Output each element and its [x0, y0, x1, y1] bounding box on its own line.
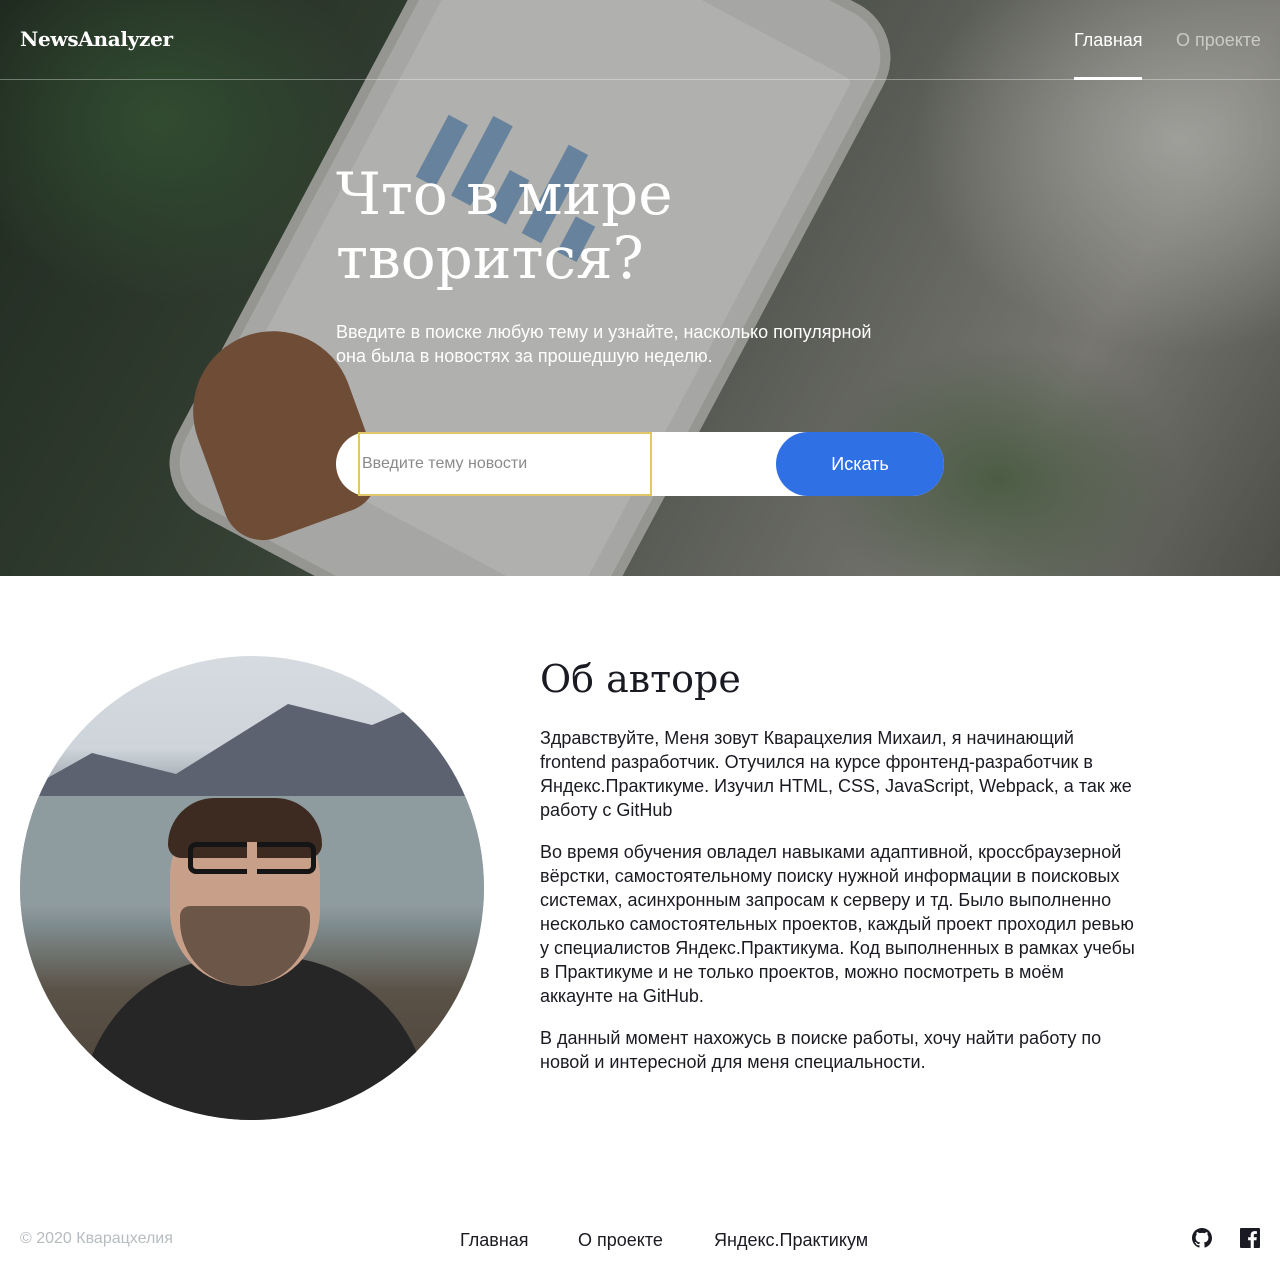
footer-link-yandex-praktikum[interactable]: Яндекс.Практикум [714, 1230, 868, 1251]
search-button[interactable]: Искать [776, 432, 944, 496]
about-paragraph: Во время обучения овладел навыками адапт… [540, 842, 1135, 1006]
about-paragraph: Здравствуйте, Меня зовут Кварацхелия Мих… [540, 728, 1132, 820]
search-form: Искать [336, 432, 944, 496]
search-input[interactable] [358, 432, 652, 496]
facebook-icon[interactable] [1240, 1228, 1260, 1248]
author-avatar [20, 656, 484, 1120]
hero-subtitle: Введите в поиске любую тему и узнайте, н… [336, 322, 872, 366]
copyright: © 2020 Кварацхелия [20, 1230, 173, 1247]
header: NewsAnalyzer Главная О проекте [0, 0, 1280, 80]
nav-link-about[interactable]: О проекте [1176, 30, 1261, 80]
nav-link-main[interactable]: Главная [1074, 30, 1143, 80]
github-icon[interactable] [1192, 1228, 1212, 1248]
about-title: Об авторе [540, 657, 741, 701]
hero-title: Что в мире творится? [336, 160, 673, 292]
footer-link-main[interactable]: Главная [460, 1230, 529, 1251]
footer: © 2020 Кварацхелия Главная О проекте Янд… [0, 1200, 1280, 1280]
logo[interactable]: NewsAnalyzer [20, 27, 173, 51]
footer-link-about[interactable]: О проекте [578, 1230, 663, 1251]
about-paragraph: В данный момент нахожусь в поиске работы… [540, 1028, 1102, 1072]
